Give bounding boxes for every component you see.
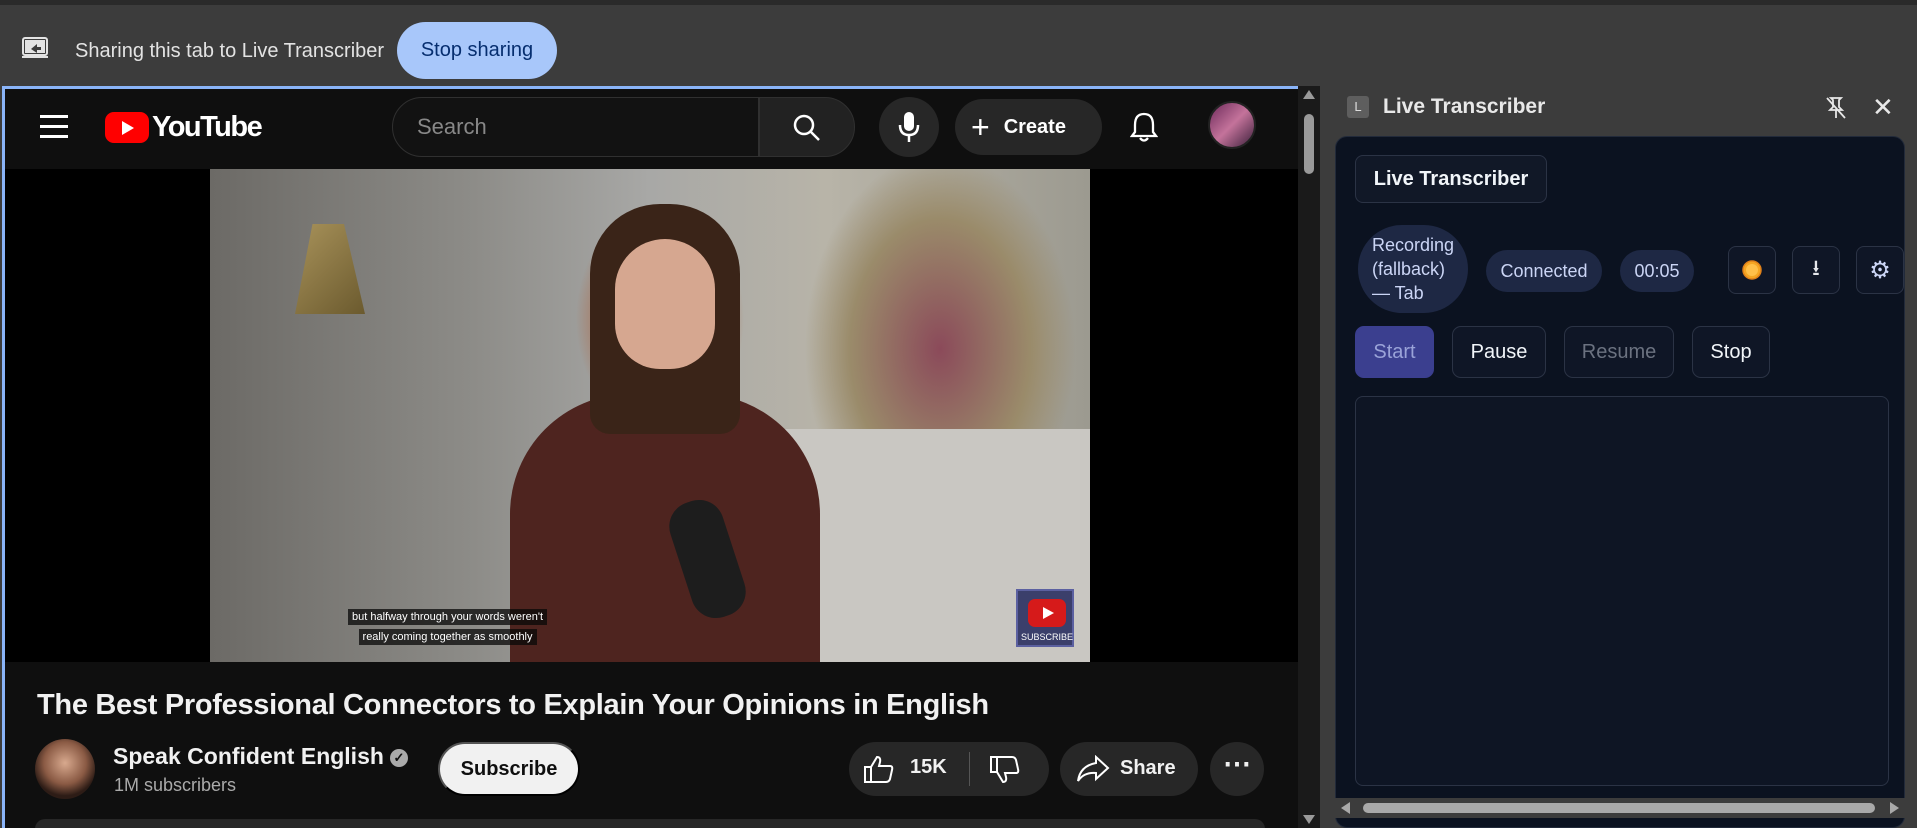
subscribe-watermark-label: SUBSCRIBE: [1020, 632, 1073, 642]
subscriber-count: 1M subscribers: [114, 775, 237, 795]
scroll-right-arrow-icon[interactable]: [1890, 802, 1899, 814]
stop-sharing-button[interactable]: Stop sharing: [397, 22, 557, 79]
plus-icon: +: [971, 109, 990, 145]
download-icon: ⭳: [1812, 255, 1820, 280]
timer-badge: 00:05: [1620, 250, 1694, 292]
panel-horizontal-scrollbar[interactable]: [1323, 798, 1917, 818]
create-button[interactable]: + Create: [955, 99, 1102, 155]
notifications-bell-icon[interactable]: [1130, 111, 1158, 143]
video-player[interactable]: but halfway through your words weren't r…: [5, 169, 1300, 662]
horizontal-scrollbar-thumb[interactable]: [1363, 803, 1875, 813]
pause-button[interactable]: Pause: [1452, 326, 1546, 378]
video-frame[interactable]: [210, 169, 1090, 662]
connection-status-badge: Connected: [1486, 250, 1602, 292]
close-icon[interactable]: ✕: [1872, 92, 1894, 123]
theme-toggle-button[interactable]: [1728, 246, 1776, 294]
search-input[interactable]: [393, 98, 758, 156]
like-count[interactable]: 15K: [910, 756, 947, 779]
scroll-up-arrow-icon[interactable]: [1303, 90, 1315, 99]
like-dislike-group: 15K: [849, 742, 1049, 796]
settings-button[interactable]: ⚙: [1856, 246, 1904, 294]
screen-share-icon: [22, 37, 48, 58]
subscribe-watermark[interactable]: SUBSCRIBE: [1016, 589, 1074, 647]
video-presenter-body: [510, 394, 820, 662]
recording-status-badge: Recording (fallback) — Tab: [1358, 225, 1468, 313]
caption-line: but halfway through your words weren't: [348, 609, 548, 625]
scroll-left-arrow-icon[interactable]: [1341, 802, 1350, 814]
scroll-down-arrow-icon[interactable]: [1303, 815, 1315, 824]
sharing-bar: Sharing this tab to Live Transcriber Sto…: [0, 0, 1917, 85]
youtube-header: YouTube + Create: [5, 89, 1300, 169]
resume-button[interactable]: Resume: [1564, 326, 1674, 378]
search-button[interactable]: [759, 97, 855, 157]
video-captions: but halfway through your words weren't r…: [348, 607, 548, 647]
search-icon: [793, 114, 820, 141]
thumbs-down-icon[interactable]: [989, 756, 1021, 784]
voice-search-button[interactable]: [879, 97, 939, 157]
create-label: Create: [1003, 115, 1066, 138]
search-field: [392, 97, 759, 157]
youtube-logo-text: YouTube: [152, 111, 263, 143]
gear-icon: ⚙: [1869, 256, 1891, 284]
sun-icon: [1742, 260, 1762, 280]
more-actions-button[interactable]: ⋯: [1210, 742, 1264, 796]
sharing-status-text: Sharing this tab to Live Transcriber: [75, 40, 385, 62]
transcript-area[interactable]: [1355, 396, 1889, 786]
video-lamp: [295, 224, 365, 314]
video-presenter-face: [615, 239, 715, 369]
extension-badge-icon: L: [1347, 96, 1369, 118]
subscribe-button[interactable]: Subscribe: [438, 742, 580, 796]
page-scrollbar[interactable]: [1298, 86, 1320, 828]
thumbs-up-icon[interactable]: [863, 755, 895, 783]
caption-line: really coming together as smoothly: [358, 629, 537, 645]
account-avatar[interactable]: [1208, 101, 1256, 149]
share-label: Share: [1120, 757, 1176, 779]
stop-button[interactable]: Stop: [1692, 326, 1770, 378]
microphone-icon: [898, 112, 920, 142]
verified-icon: ✓: [389, 749, 408, 767]
youtube-play-icon: [105, 112, 149, 143]
start-button[interactable]: Start: [1355, 326, 1434, 378]
like-divider: [969, 752, 970, 786]
channel-name-row[interactable]: Speak Confident English ✓: [113, 743, 408, 770]
unpin-icon[interactable]: [1825, 96, 1847, 120]
scrollbar-thumb[interactable]: [1304, 114, 1314, 174]
youtube-play-icon: [1028, 599, 1066, 627]
youtube-logo[interactable]: YouTube: [105, 111, 263, 144]
transcriber-card: Live Transcriber Recording (fallback) — …: [1335, 136, 1905, 828]
description-box[interactable]: [35, 819, 1265, 828]
panel-title: Live Transcriber: [1383, 95, 1546, 118]
download-button[interactable]: ⭳: [1792, 246, 1840, 294]
hamburger-menu-icon[interactable]: [40, 115, 68, 138]
app-title: Live Transcriber: [1355, 155, 1547, 203]
share-arrow-icon: [1077, 755, 1110, 782]
channel-name[interactable]: Speak Confident English: [113, 743, 384, 769]
video-title: The Best Professional Connectors to Expl…: [37, 689, 989, 721]
youtube-page: YouTube + Create: [2, 86, 1320, 828]
live-transcriber-panel: L Live Transcriber ✕ Live Transcriber Re…: [1323, 86, 1917, 828]
share-button[interactable]: Share: [1060, 742, 1198, 796]
channel-avatar[interactable]: [35, 739, 95, 799]
